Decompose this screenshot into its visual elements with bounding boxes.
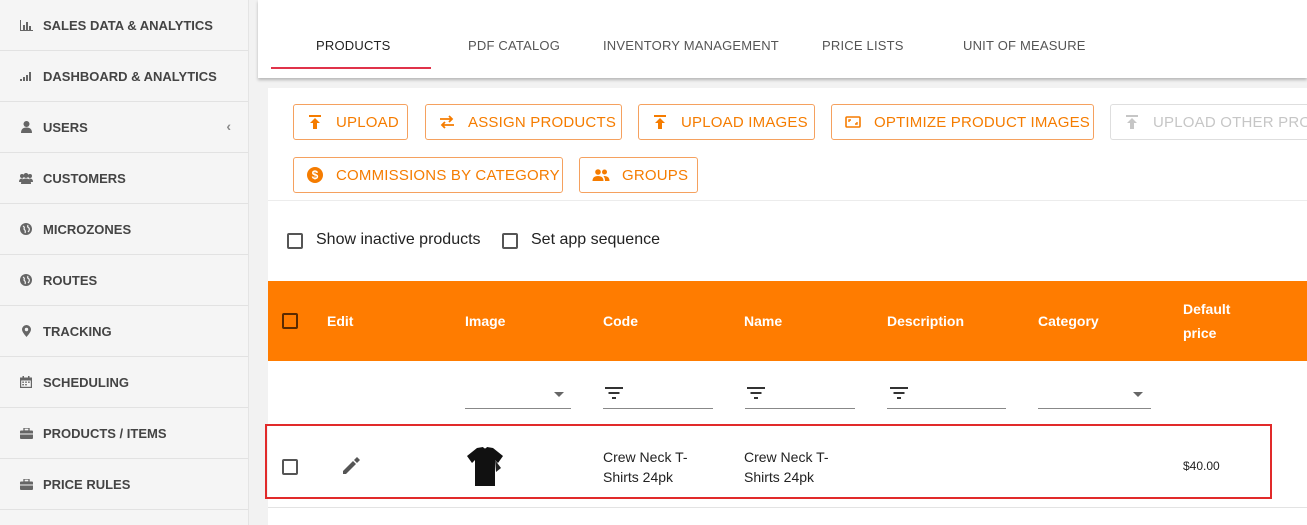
sidebar-item-label: SCHEDULING	[43, 374, 129, 390]
tab-bar: PRODUCTS PDF CATALOG INVENTORY MANAGEMEN…	[258, 0, 1307, 78]
chevron-left-icon[interactable]: ‹	[226, 118, 231, 134]
sidebar-item-label: DASHBOARD & ANALYTICS	[43, 68, 217, 84]
dropdown-arrow-icon	[1133, 392, 1143, 397]
image-aspect-icon	[844, 113, 862, 131]
name-filter-underline	[745, 408, 855, 409]
sidebar-item-label: MICROZONES	[43, 221, 132, 237]
active-tab-indicator	[271, 67, 431, 69]
map-pin-icon	[19, 324, 33, 338]
upload-icon	[306, 113, 324, 131]
globe-icon	[19, 222, 33, 236]
sidebar-item-sales-data[interactable]: SALES DATA & ANALYTICS	[0, 0, 248, 51]
dropdown-arrow-icon	[554, 392, 564, 397]
upload-images-button[interactable]: UPLOAD IMAGES	[638, 104, 815, 140]
sidebar-item-label: SALES DATA & ANALYTICS	[43, 17, 213, 33]
column-header-default-price-line2[interactable]: price	[1183, 325, 1216, 341]
description-filter-underline	[887, 408, 1006, 409]
column-header-image[interactable]: Image	[465, 313, 505, 329]
tab-price-lists[interactable]: PRICE LISTS	[822, 38, 904, 53]
calendar-icon	[19, 375, 33, 389]
set-app-sequence-label: Set app sequence	[531, 231, 660, 248]
people-icon	[592, 166, 610, 184]
sidebar-item-products[interactable]: PRODUCTS / ITEMS	[0, 408, 248, 459]
sidebar-item-price-rules[interactable]: PRICE RULES	[0, 459, 248, 510]
sidebar-item-label: ROUTES	[43, 272, 98, 288]
column-header-category[interactable]: Category	[1038, 313, 1099, 329]
briefcase-icon	[19, 477, 33, 491]
optimize-product-images-button[interactable]: OPTIMIZE PRODUCT IMAGES	[831, 104, 1094, 140]
sidebar-item-microzones[interactable]: MICROZONES	[0, 204, 248, 255]
column-header-edit[interactable]: Edit	[327, 313, 353, 329]
signal-bars-icon	[19, 69, 33, 83]
code-filter-underline	[603, 408, 713, 409]
bar-chart-icon	[19, 18, 33, 32]
upload-other-products-button[interactable]: UPLOAD OTHER PROD	[1110, 104, 1307, 140]
table-header: Edit Image Code Name Description Categor…	[268, 281, 1307, 361]
sidebar-item-label: CUSTOMERS	[43, 170, 126, 186]
sidebar-item-label: PRODUCTS / ITEMS	[43, 425, 167, 441]
image-filter-underline	[465, 408, 571, 409]
upload-icon	[1123, 113, 1141, 131]
globe-icon	[19, 273, 33, 287]
sidebar-item-label: TRACKING	[43, 323, 112, 339]
filter-icon	[605, 386, 623, 405]
filter-row	[268, 361, 1307, 428]
upload-button[interactable]: UPLOAD	[293, 104, 408, 140]
briefcase-icon	[19, 426, 33, 440]
select-all-checkbox[interactable]	[282, 313, 298, 329]
assign-products-button[interactable]: ASSIGN PRODUCTS	[425, 104, 622, 140]
dollar-circle-icon: $	[306, 166, 324, 184]
commissions-by-category-button[interactable]: $ COMMISSIONS BY CATEGORY	[293, 157, 563, 193]
sidebar-item-dashboard[interactable]: DASHBOARD & ANALYTICS	[0, 51, 248, 102]
filter-icon	[747, 386, 765, 405]
sidebar-item-tracking[interactable]: TRACKING	[0, 306, 248, 357]
show-inactive-checkbox[interactable]	[287, 233, 303, 249]
sidebar-item-customers[interactable]: CUSTOMERS	[0, 153, 248, 204]
groups-button[interactable]: GROUPS	[579, 157, 698, 193]
show-inactive-label: Show inactive products	[316, 231, 481, 248]
tab-inventory-management[interactable]: INVENTORY MANAGEMENT	[603, 38, 779, 53]
column-header-default-price-line1[interactable]: Default	[1183, 301, 1230, 317]
column-header-description[interactable]: Description	[887, 313, 964, 329]
sidebar-item-scheduling[interactable]: SCHEDULING	[0, 357, 248, 408]
sidebar-item-routes[interactable]: ROUTES	[0, 255, 248, 306]
category-filter-underline	[1038, 408, 1151, 409]
user-icon	[19, 120, 33, 134]
tab-products[interactable]: PRODUCTS	[316, 38, 391, 53]
svg-text:$: $	[312, 168, 319, 182]
column-header-code[interactable]: Code	[603, 313, 638, 329]
tab-pdf-catalog[interactable]: PDF CATALOG	[468, 38, 560, 53]
filter-icon	[890, 386, 908, 405]
sidebar-item-label: USERS	[43, 119, 88, 135]
sidebar: SALES DATA & ANALYTICS DASHBOARD & ANALY…	[0, 0, 249, 525]
set-app-sequence-checkbox[interactable]	[502, 233, 518, 249]
sidebar-item-label: PRICE RULES	[43, 476, 131, 492]
users-group-icon	[19, 171, 33, 185]
row-highlight-box	[265, 424, 1272, 499]
column-header-name[interactable]: Name	[744, 313, 782, 329]
sidebar-item-users[interactable]: USERS ‹	[0, 102, 248, 153]
upload-icon	[651, 113, 669, 131]
swap-arrows-icon	[438, 113, 456, 131]
tab-unit-of-measure[interactable]: UNIT OF MEASURE	[963, 38, 1086, 53]
toolbar-divider	[268, 200, 1307, 201]
